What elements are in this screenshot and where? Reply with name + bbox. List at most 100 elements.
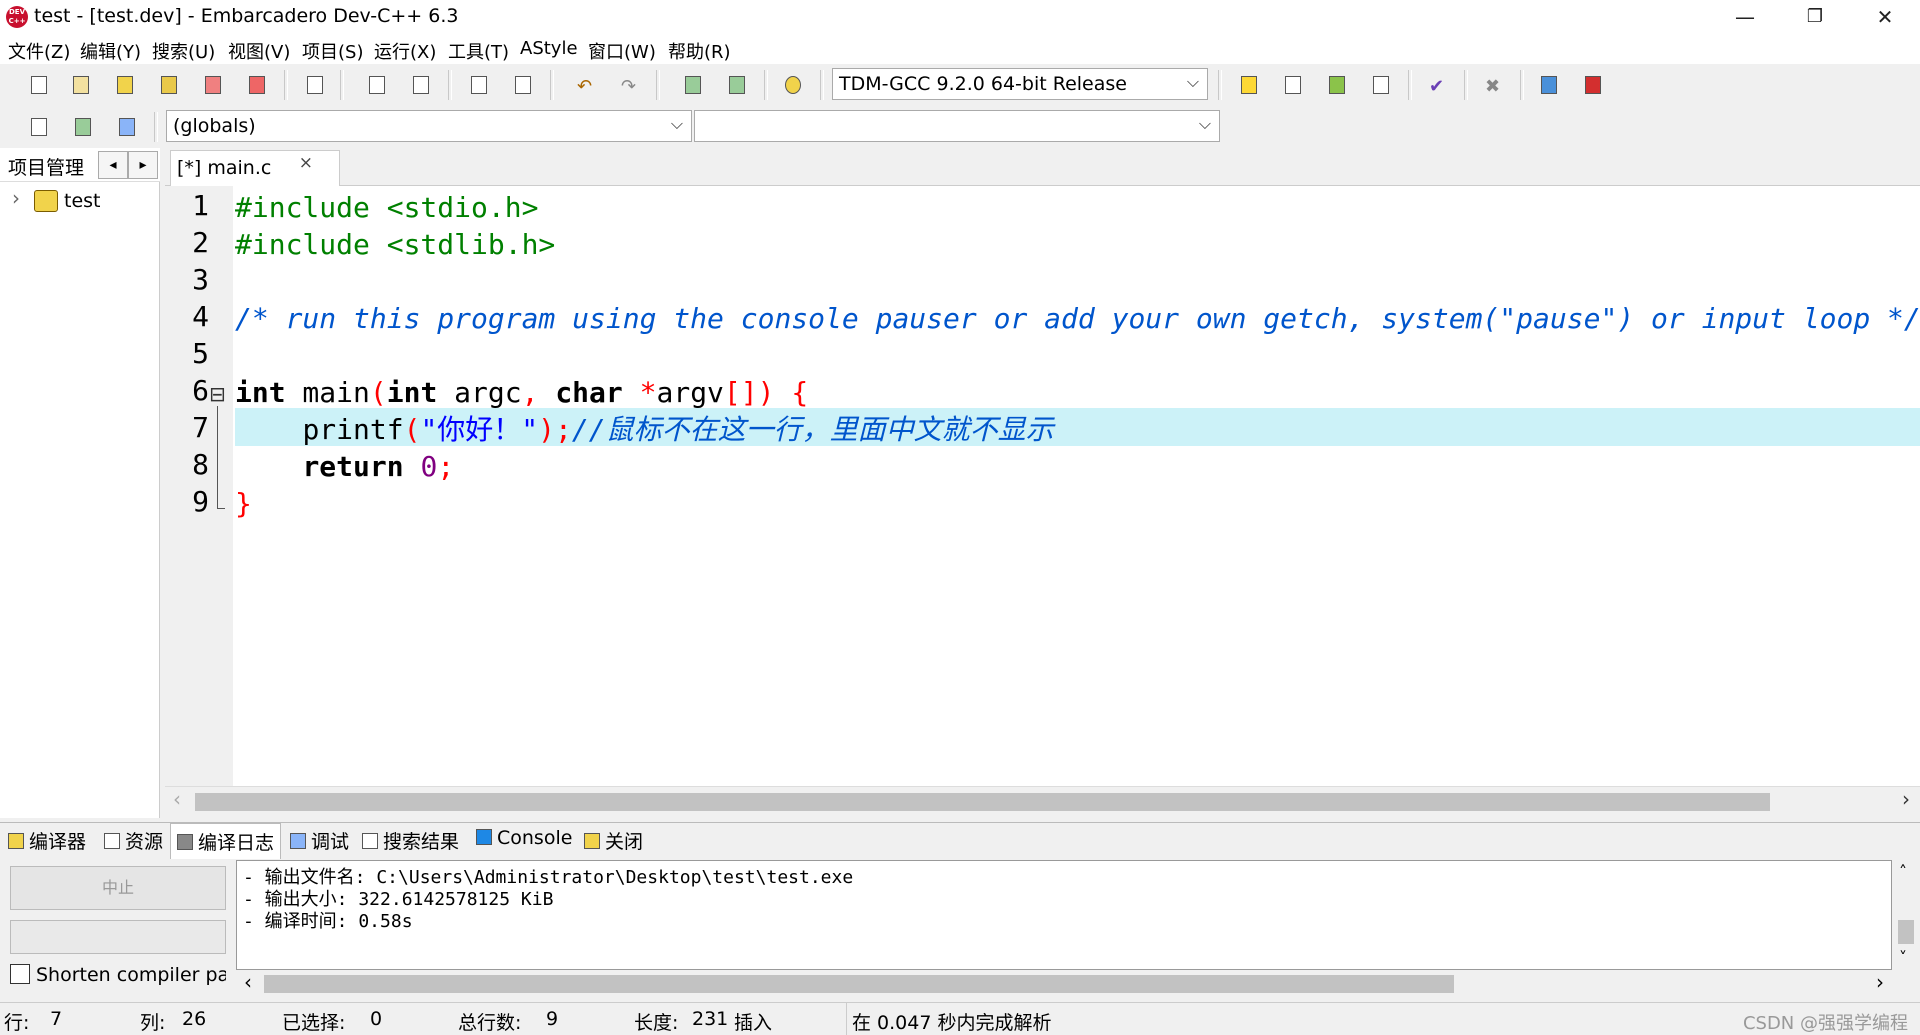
total-value: 9 [546,1008,559,1030]
toggle-bookmark-icon[interactable] [466,72,492,98]
compiler-icon [8,833,24,849]
tab-close-icon[interactable]: × [299,153,313,173]
sel-label: 已选择: [282,1012,346,1034]
tab-compiler[interactable]: 编译器 [8,827,86,854]
menu-view[interactable]: 视图(V) [228,38,290,64]
debug-icon[interactable] [1580,72,1606,98]
chevron-down-icon: ⌵ [1198,114,1211,133]
menu-run[interactable]: 运行(X) [374,38,436,64]
col-value: 26 [182,1008,207,1030]
project-icon [34,190,58,212]
tab-close-panel[interactable]: 关闭 [584,827,643,854]
tab-label: 搜索结果 [383,831,460,853]
sel-value: 0 [370,1008,383,1030]
menu-edit[interactable]: 编辑(Y) [80,38,141,64]
save-all-icon[interactable] [156,72,182,98]
fold-end [217,508,225,509]
compile-log-output[interactable]: - 输出文件名: C:\Users\Administrator\Desktop\… [236,860,1892,970]
syntax-check-icon[interactable]: ✔ [1424,72,1450,98]
tab-debug[interactable]: 调试 [290,827,349,854]
profile-icon[interactable] [1536,72,1562,98]
close-file-icon[interactable] [200,72,226,98]
tab-search-results[interactable]: 搜索结果 [362,827,459,854]
log-horizontal-scrollbar[interactable]: ‹ › [236,970,1892,998]
tab-console[interactable]: Console [476,827,572,849]
menu-window[interactable]: 窗口(W) [588,38,656,64]
scroll-left-icon[interactable]: ‹ [173,787,181,811]
menu-search[interactable]: 搜索(U) [152,38,215,64]
search-results-icon [362,833,378,849]
menu-help[interactable]: 帮助(R) [668,38,731,64]
remove-from-project-icon[interactable] [724,72,750,98]
unindent-icon[interactable] [70,114,96,140]
toggle-comment-icon[interactable] [114,114,140,140]
indent-icon[interactable] [26,114,52,140]
menu-project[interactable]: 项目(S) [302,38,363,64]
log-line: - 编译时间: 0.58s [243,911,413,932]
function-select[interactable]: ⌵ [694,110,1220,142]
tab-label: 编译日志 [198,832,275,854]
status-divider [846,1003,847,1035]
main-toolbar: ↶ ↷ TDM-GCC 9.2.0 64-bit Release ⌵ ✔ ✖ [0,64,1920,106]
tab-main-c[interactable]: [*] main.c × [170,150,340,186]
shorten-paths-checkbox[interactable]: Shorten compiler paths [10,964,259,986]
restore-button[interactable]: ❐ [1780,0,1850,34]
close-window-button[interactable]: ✕ [1850,0,1920,34]
scroll-down-icon[interactable]: ˅ [1899,948,1907,967]
undo-icon[interactable]: ↶ [572,72,598,98]
editor-horizontal-scrollbar[interactable]: ‹ › [165,786,1920,816]
insert-mode: 插入 [734,1012,773,1034]
class-browser-toolbar: (globals) ⌵ ⌵ [0,106,1920,148]
save-icon[interactable] [112,72,138,98]
code-editor[interactable]: 1 2 3 4 5 6 7 8 9 ⊟ [165,186,1920,786]
scope-select[interactable]: (globals) ⌵ [166,110,692,142]
panel-next-button[interactable]: ▸ [128,151,158,179]
fold-collapse-icon[interactable]: ⊟ [209,384,226,404]
redo-icon[interactable]: ↷ [616,72,642,98]
replace-icon[interactable] [408,72,434,98]
close-all-icon[interactable] [244,72,270,98]
checkbox-box[interactable] [10,964,30,984]
minimize-button[interactable]: — [1710,0,1780,34]
menu-astyle[interactable]: AStyle [520,38,578,59]
compile-icon[interactable] [1236,72,1262,98]
run-icon[interactable] [1280,72,1306,98]
tab-compile-log[interactable]: 编译日志 [170,823,282,859]
scroll-right-icon[interactable]: › [1876,970,1884,994]
project-options-icon[interactable] [780,72,806,98]
scroll-up-icon[interactable]: ˄ [1899,862,1907,881]
add-to-project-icon[interactable] [680,72,706,98]
scroll-left-icon[interactable]: ‹ [244,970,252,994]
tab-resources[interactable]: 资源 [104,827,163,854]
scope-select-value: (globals) [173,115,256,137]
scroll-right-icon[interactable]: › [1902,787,1910,811]
find-icon[interactable] [364,72,390,98]
stop-execution-icon[interactable]: ✖ [1480,72,1506,98]
project-tree-item-test[interactable]: test [64,190,101,212]
menu-tools[interactable]: 工具(T) [448,38,509,64]
app-logo-icon: DEV C++ [6,6,28,28]
panel-prev-button[interactable]: ◂ [98,151,128,179]
scroll-thumb[interactable] [264,975,1454,993]
open-file-icon[interactable] [68,72,94,98]
new-file-icon[interactable] [26,72,52,98]
title-bar: DEV C++ test - [test.dev] - Embarcadero … [0,0,1920,34]
line-number: 4 [192,300,209,333]
col-label: 列: [140,1012,166,1034]
menu-bar: 文件(Z) 编辑(Y) 搜索(U) 视图(V) 项目(S) 运行(X) 工具(T… [0,34,1920,64]
bottom-panel-tabs: 编译器 资源 编译日志 调试 搜索结果 Console 关闭 [0,822,1920,859]
rebuild-all-icon[interactable] [1368,72,1394,98]
log-vertical-scrollbar[interactable]: ˄ ˅ [1892,860,1920,970]
menu-file[interactable]: 文件(Z) [8,38,70,64]
tree-expand-icon[interactable]: › [12,186,20,210]
watermark: CSDN @强强学编程 [1742,1013,1908,1034]
stop-compile-button[interactable]: 中止 [10,866,226,910]
scroll-thumb[interactable] [1898,920,1914,944]
scroll-thumb[interactable] [195,793,1770,811]
project-panel-title[interactable]: 项目管理 [8,153,84,180]
compile-run-icon[interactable] [1324,72,1350,98]
goto-line-icon[interactable] [510,72,536,98]
line-number: 2 [192,226,209,259]
print-icon[interactable] [302,72,328,98]
compiler-select[interactable]: TDM-GCC 9.2.0 64-bit Release ⌵ [832,68,1208,100]
